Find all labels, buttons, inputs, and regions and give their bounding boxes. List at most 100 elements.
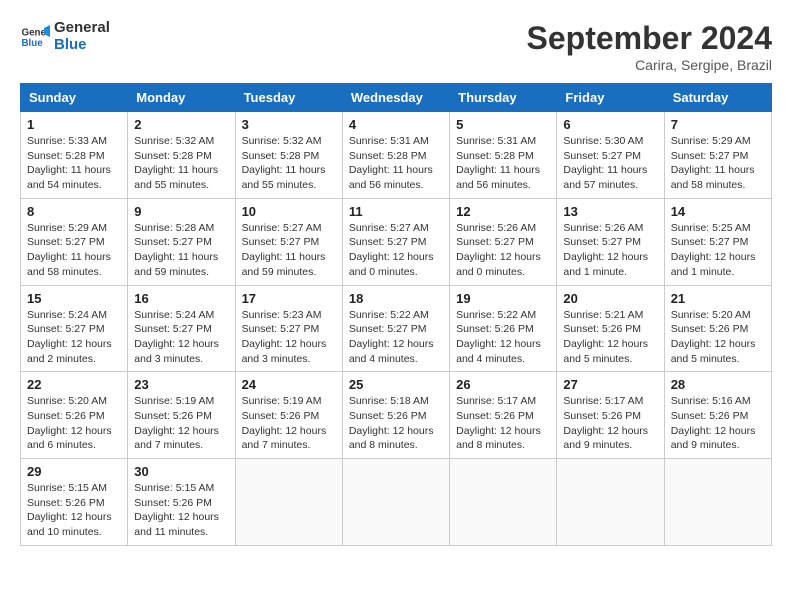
table-row: 29 Sunrise: 5:15 AM Sunset: 5:26 PM Dayl… (21, 459, 128, 546)
day-info: Sunrise: 5:17 AM Sunset: 5:26 PM Dayligh… (456, 394, 550, 453)
day-number: 7 (671, 117, 765, 132)
day-info: Sunrise: 5:20 AM Sunset: 5:26 PM Dayligh… (671, 308, 765, 367)
table-row: 21 Sunrise: 5:20 AM Sunset: 5:26 PM Dayl… (664, 285, 771, 372)
logo-icon: General Blue (20, 22, 50, 52)
day-info: Sunrise: 5:33 AM Sunset: 5:28 PM Dayligh… (27, 134, 121, 193)
table-row (557, 459, 664, 546)
table-row: 27 Sunrise: 5:17 AM Sunset: 5:26 PM Dayl… (557, 372, 664, 459)
day-info: Sunrise: 5:31 AM Sunset: 5:28 PM Dayligh… (349, 134, 443, 193)
day-number: 3 (242, 117, 336, 132)
calendar-table: Sunday Monday Tuesday Wednesday Thursday… (20, 83, 772, 546)
day-info: Sunrise: 5:25 AM Sunset: 5:27 PM Dayligh… (671, 221, 765, 280)
logo: General Blue General Blue (20, 20, 110, 53)
table-row: 17 Sunrise: 5:23 AM Sunset: 5:27 PM Dayl… (235, 285, 342, 372)
table-row: 18 Sunrise: 5:22 AM Sunset: 5:27 PM Dayl… (342, 285, 449, 372)
day-number: 12 (456, 204, 550, 219)
logo-line1: General (54, 20, 110, 37)
table-row: 16 Sunrise: 5:24 AM Sunset: 5:27 PM Dayl… (128, 285, 235, 372)
day-number: 4 (349, 117, 443, 132)
logo-line2: Blue (54, 37, 110, 54)
table-row: 7 Sunrise: 5:29 AM Sunset: 5:27 PM Dayli… (664, 112, 771, 199)
table-row: 23 Sunrise: 5:19 AM Sunset: 5:26 PM Dayl… (128, 372, 235, 459)
table-row: 11 Sunrise: 5:27 AM Sunset: 5:27 PM Dayl… (342, 198, 449, 285)
calendar-header-row: Sunday Monday Tuesday Wednesday Thursday… (21, 84, 772, 112)
day-info: Sunrise: 5:32 AM Sunset: 5:28 PM Dayligh… (242, 134, 336, 193)
table-row (342, 459, 449, 546)
table-row: 20 Sunrise: 5:21 AM Sunset: 5:26 PM Dayl… (557, 285, 664, 372)
col-thursday: Thursday (450, 84, 557, 112)
day-number: 13 (563, 204, 657, 219)
day-number: 26 (456, 377, 550, 392)
table-row: 12 Sunrise: 5:26 AM Sunset: 5:27 PM Dayl… (450, 198, 557, 285)
day-info: Sunrise: 5:23 AM Sunset: 5:27 PM Dayligh… (242, 308, 336, 367)
calendar-week-row: 1 Sunrise: 5:33 AM Sunset: 5:28 PM Dayli… (21, 112, 772, 199)
day-info: Sunrise: 5:17 AM Sunset: 5:26 PM Dayligh… (563, 394, 657, 453)
day-info: Sunrise: 5:27 AM Sunset: 5:27 PM Dayligh… (349, 221, 443, 280)
day-number: 11 (349, 204, 443, 219)
day-number: 28 (671, 377, 765, 392)
day-info: Sunrise: 5:19 AM Sunset: 5:26 PM Dayligh… (134, 394, 228, 453)
table-row (235, 459, 342, 546)
table-row: 25 Sunrise: 5:18 AM Sunset: 5:26 PM Dayl… (342, 372, 449, 459)
col-wednesday: Wednesday (342, 84, 449, 112)
table-row: 26 Sunrise: 5:17 AM Sunset: 5:26 PM Dayl… (450, 372, 557, 459)
day-number: 29 (27, 464, 121, 479)
day-info: Sunrise: 5:15 AM Sunset: 5:26 PM Dayligh… (134, 481, 228, 540)
day-number: 10 (242, 204, 336, 219)
table-row (450, 459, 557, 546)
day-number: 22 (27, 377, 121, 392)
day-number: 1 (27, 117, 121, 132)
day-info: Sunrise: 5:19 AM Sunset: 5:26 PM Dayligh… (242, 394, 336, 453)
calendar-week-row: 29 Sunrise: 5:15 AM Sunset: 5:26 PM Dayl… (21, 459, 772, 546)
day-info: Sunrise: 5:22 AM Sunset: 5:26 PM Dayligh… (456, 308, 550, 367)
day-info: Sunrise: 5:32 AM Sunset: 5:28 PM Dayligh… (134, 134, 228, 193)
day-info: Sunrise: 5:28 AM Sunset: 5:27 PM Dayligh… (134, 221, 228, 280)
day-info: Sunrise: 5:30 AM Sunset: 5:27 PM Dayligh… (563, 134, 657, 193)
day-number: 27 (563, 377, 657, 392)
table-row: 10 Sunrise: 5:27 AM Sunset: 5:27 PM Dayl… (235, 198, 342, 285)
day-info: Sunrise: 5:24 AM Sunset: 5:27 PM Dayligh… (134, 308, 228, 367)
day-info: Sunrise: 5:15 AM Sunset: 5:26 PM Dayligh… (27, 481, 121, 540)
table-row: 5 Sunrise: 5:31 AM Sunset: 5:28 PM Dayli… (450, 112, 557, 199)
day-info: Sunrise: 5:18 AM Sunset: 5:26 PM Dayligh… (349, 394, 443, 453)
day-number: 25 (349, 377, 443, 392)
day-number: 23 (134, 377, 228, 392)
day-info: Sunrise: 5:29 AM Sunset: 5:27 PM Dayligh… (27, 221, 121, 280)
day-number: 19 (456, 291, 550, 306)
table-row: 1 Sunrise: 5:33 AM Sunset: 5:28 PM Dayli… (21, 112, 128, 199)
day-info: Sunrise: 5:26 AM Sunset: 5:27 PM Dayligh… (563, 221, 657, 280)
day-info: Sunrise: 5:24 AM Sunset: 5:27 PM Dayligh… (27, 308, 121, 367)
day-info: Sunrise: 5:29 AM Sunset: 5:27 PM Dayligh… (671, 134, 765, 193)
day-number: 16 (134, 291, 228, 306)
day-number: 6 (563, 117, 657, 132)
day-info: Sunrise: 5:20 AM Sunset: 5:26 PM Dayligh… (27, 394, 121, 453)
table-row: 3 Sunrise: 5:32 AM Sunset: 5:28 PM Dayli… (235, 112, 342, 199)
day-info: Sunrise: 5:26 AM Sunset: 5:27 PM Dayligh… (456, 221, 550, 280)
calendar-week-row: 15 Sunrise: 5:24 AM Sunset: 5:27 PM Dayl… (21, 285, 772, 372)
table-row: 2 Sunrise: 5:32 AM Sunset: 5:28 PM Dayli… (128, 112, 235, 199)
day-info: Sunrise: 5:31 AM Sunset: 5:28 PM Dayligh… (456, 134, 550, 193)
day-number: 9 (134, 204, 228, 219)
table-row: 22 Sunrise: 5:20 AM Sunset: 5:26 PM Dayl… (21, 372, 128, 459)
day-number: 5 (456, 117, 550, 132)
calendar-week-row: 22 Sunrise: 5:20 AM Sunset: 5:26 PM Dayl… (21, 372, 772, 459)
table-row: 30 Sunrise: 5:15 AM Sunset: 5:26 PM Dayl… (128, 459, 235, 546)
col-friday: Friday (557, 84, 664, 112)
day-number: 14 (671, 204, 765, 219)
table-row (664, 459, 771, 546)
day-info: Sunrise: 5:22 AM Sunset: 5:27 PM Dayligh… (349, 308, 443, 367)
svg-text:Blue: Blue (22, 38, 44, 49)
table-row: 15 Sunrise: 5:24 AM Sunset: 5:27 PM Dayl… (21, 285, 128, 372)
table-row: 28 Sunrise: 5:16 AM Sunset: 5:26 PM Dayl… (664, 372, 771, 459)
day-number: 20 (563, 291, 657, 306)
day-info: Sunrise: 5:21 AM Sunset: 5:26 PM Dayligh… (563, 308, 657, 367)
location: Carira, Sergipe, Brazil (527, 57, 772, 73)
title-block: September 2024 Carira, Sergipe, Brazil (527, 20, 772, 73)
table-row: 19 Sunrise: 5:22 AM Sunset: 5:26 PM Dayl… (450, 285, 557, 372)
col-saturday: Saturday (664, 84, 771, 112)
col-monday: Monday (128, 84, 235, 112)
day-number: 18 (349, 291, 443, 306)
table-row: 9 Sunrise: 5:28 AM Sunset: 5:27 PM Dayli… (128, 198, 235, 285)
table-row: 8 Sunrise: 5:29 AM Sunset: 5:27 PM Dayli… (21, 198, 128, 285)
table-row: 4 Sunrise: 5:31 AM Sunset: 5:28 PM Dayli… (342, 112, 449, 199)
